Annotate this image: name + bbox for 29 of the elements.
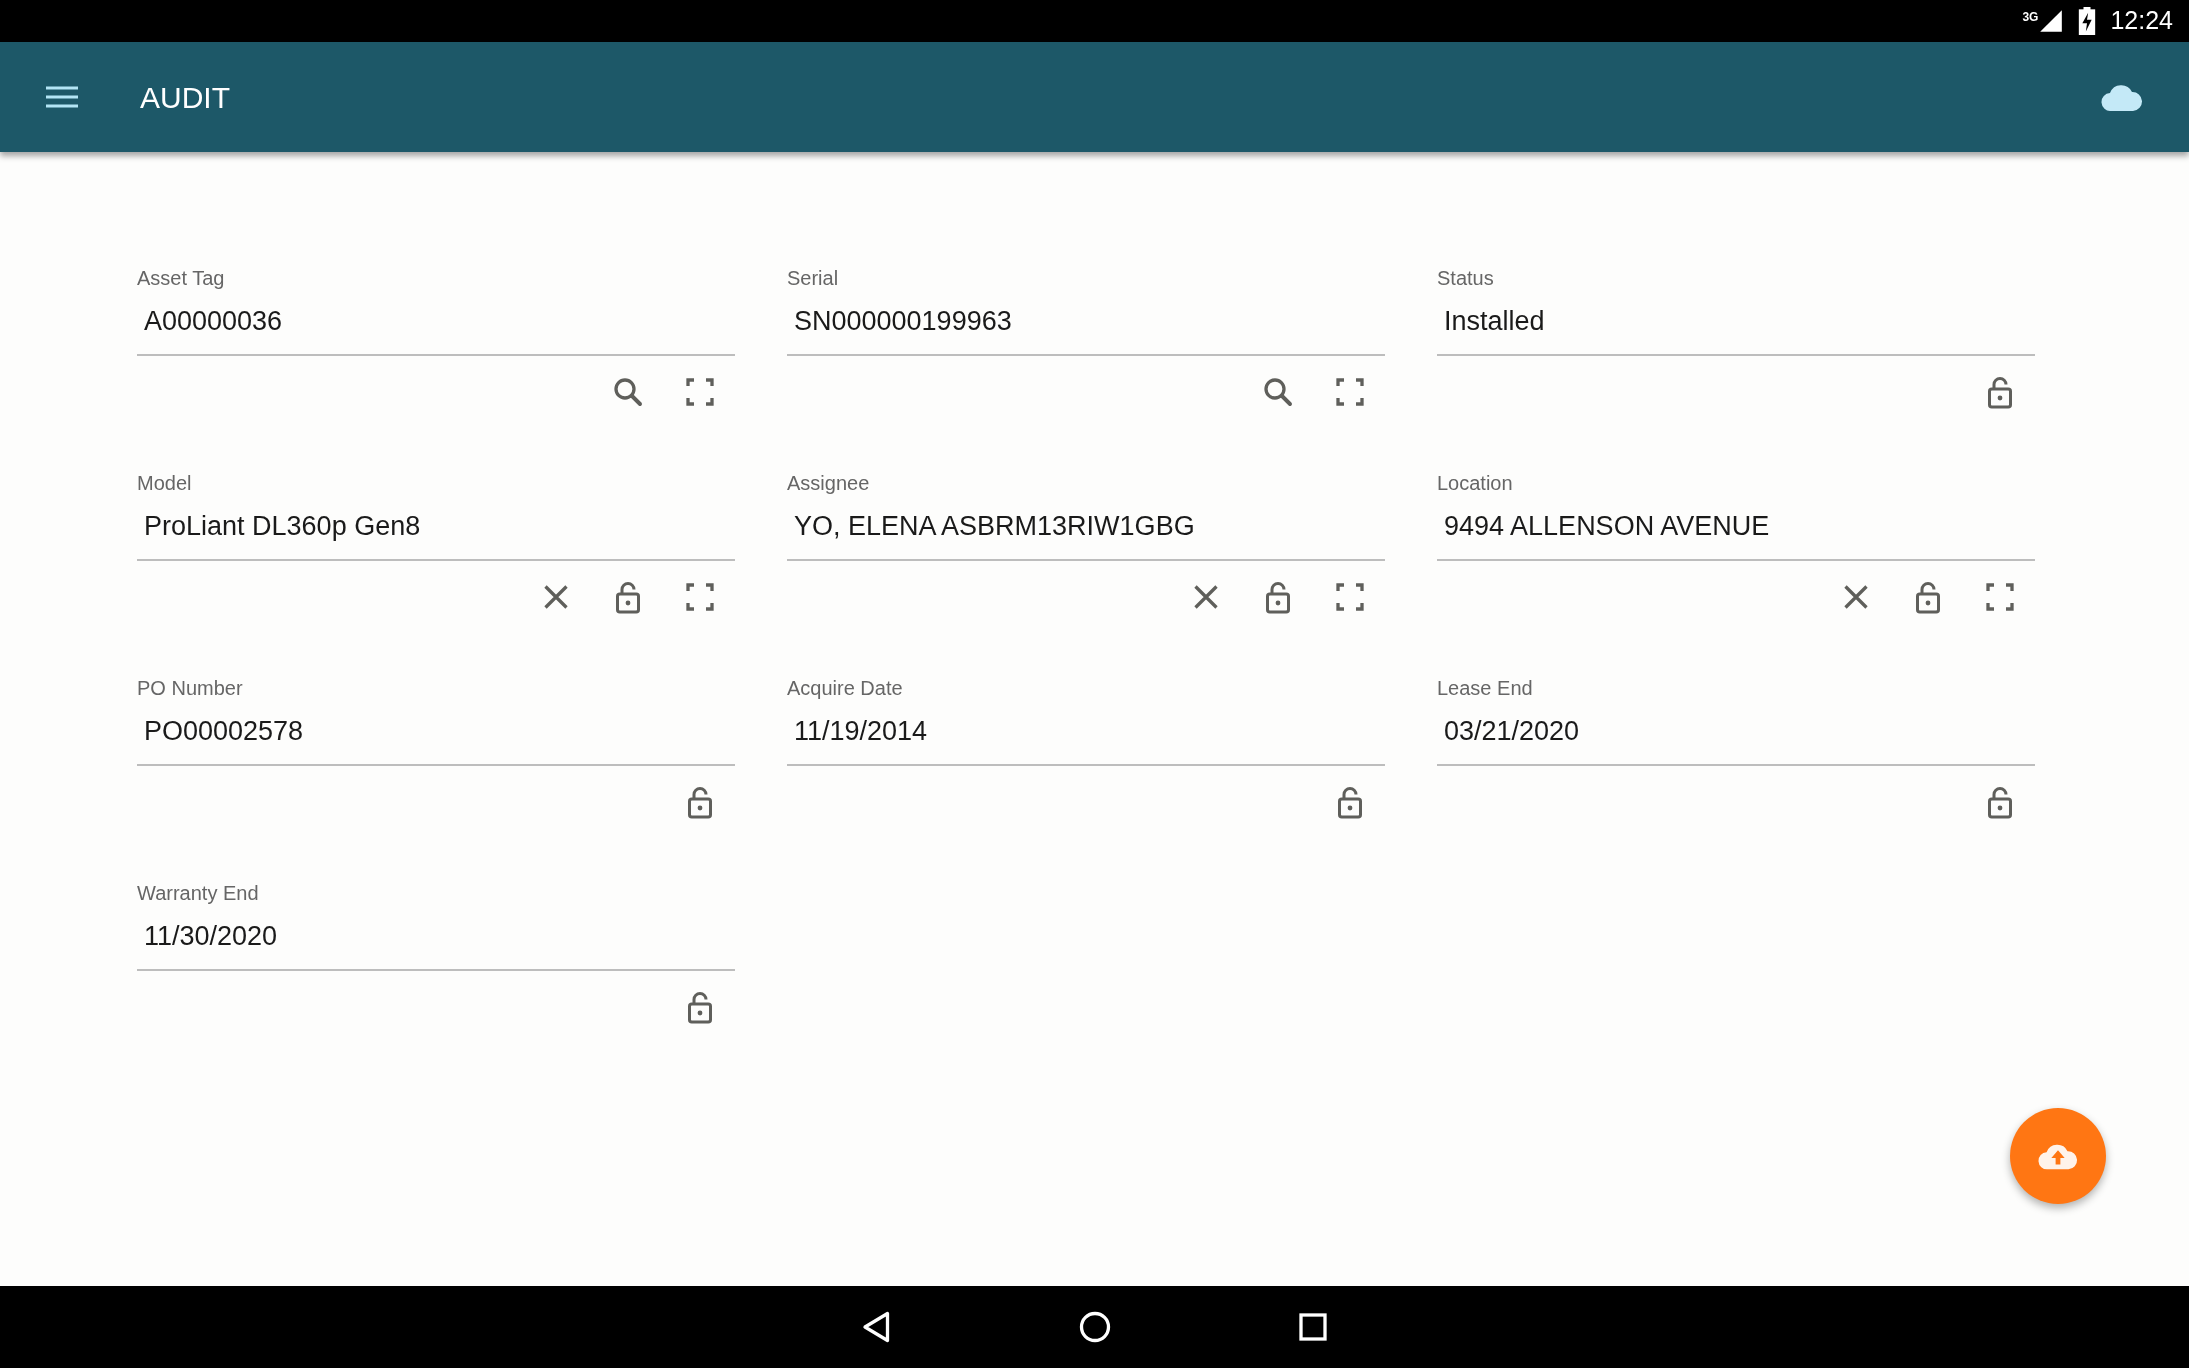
signal-icon: [2038, 8, 2065, 34]
field-label: Asset Tag: [137, 266, 226, 290]
battery-charging-icon: [2078, 7, 2097, 35]
field-label: Lease End: [1437, 676, 1534, 700]
input-field[interactable]: ProLiant DL360p Gen8: [137, 495, 735, 561]
field-label: Model: [137, 471, 193, 495]
cloud-upload-icon: [2038, 1142, 2078, 1170]
app-title: AUDIT: [140, 79, 231, 116]
network-type-label: 3G: [2022, 9, 2039, 26]
field-label: Location: [1437, 471, 1514, 495]
input-field[interactable]: Installed: [1437, 290, 2035, 356]
menu-icon[interactable]: [46, 85, 78, 109]
input-field[interactable]: A00000036: [137, 290, 735, 356]
field-label: Serial: [787, 266, 840, 290]
field-label: Status: [1437, 266, 1495, 290]
input-field[interactable]: 11/19/2014: [787, 700, 1385, 766]
input-field[interactable]: YO, ELENA ASBRM13RIW1GBG: [787, 495, 1385, 561]
input-field[interactable]: PO00002578: [137, 700, 735, 766]
input-field[interactable]: SN000000199963: [787, 290, 1385, 356]
cloud-icon[interactable]: [2101, 83, 2143, 111]
field-label: PO Number: [137, 676, 244, 700]
upload-button[interactable]: [2010, 1108, 2106, 1204]
field-label: Warranty End: [137, 881, 260, 905]
field-label: Assignee: [787, 471, 871, 495]
input-field[interactable]: 11/30/2020: [137, 905, 735, 971]
input-field[interactable]: 9494 ALLENSON AVENUE: [1437, 495, 2035, 561]
clock-time: 12:24: [2110, 5, 2173, 37]
input-field[interactable]: 03/21/2020: [1437, 700, 2035, 766]
field-label: Acquire Date: [787, 676, 904, 700]
